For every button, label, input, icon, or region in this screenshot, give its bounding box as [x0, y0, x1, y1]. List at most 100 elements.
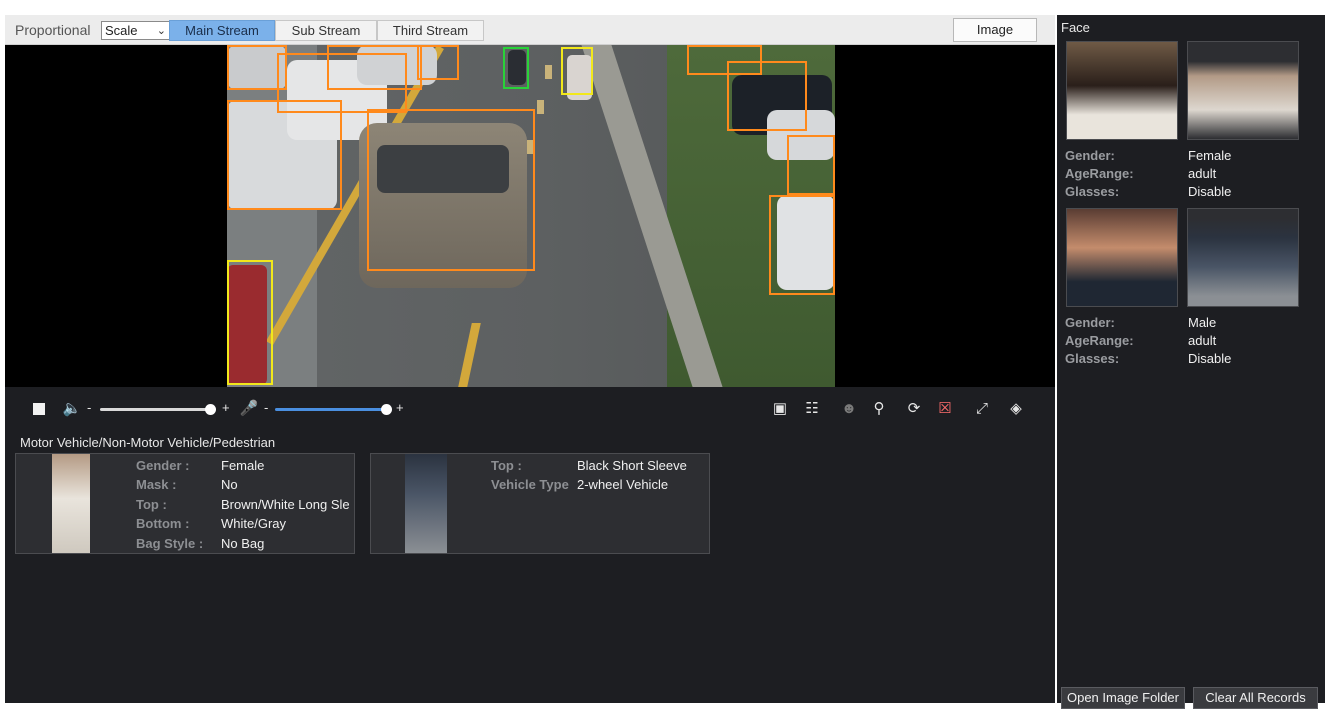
open-image-folder-button[interactable]: Open Image Folder — [1061, 687, 1185, 709]
ptz-control-icon[interactable]: ◈ — [1005, 399, 1027, 419]
pedestrian-thumbnail — [52, 454, 90, 553]
card-row: Mask : — [136, 477, 176, 492]
attr-value: Female — [221, 458, 265, 473]
card-row: Gender : — [136, 458, 189, 473]
detection-box-vehicle — [327, 45, 422, 90]
face-attr-key: Glasses: — [1065, 184, 1119, 199]
face-snapshot[interactable] — [1066, 208, 1178, 307]
face-attr-key: Glasses: — [1065, 351, 1119, 366]
speaker-mute-icon[interactable]: 🔈 — [61, 399, 83, 419]
detection-info-panel: Motor Vehicle/Non-Motor Vehicle/Pedestri… — [5, 429, 1055, 703]
mic-volume-knob[interactable] — [381, 404, 392, 415]
face-attr-key: Gender: — [1065, 148, 1115, 163]
attr-value: Female — [1188, 148, 1232, 163]
face-attr-key: AgeRange: — [1065, 333, 1134, 348]
tab-sub-stream[interactable]: Sub Stream — [275, 20, 377, 41]
attr-value: Black Short Sleeve — [577, 458, 687, 473]
attr-key: Gender: — [1065, 315, 1115, 330]
stream-toolbar: Proportional Scale ⌄ Main Stream Sub Str… — [5, 15, 1055, 45]
mic-volume-minus: - — [264, 400, 269, 415]
face-attr-value: Disable — [1188, 184, 1231, 199]
microphone-icon[interactable]: 🎤 — [238, 399, 260, 419]
attr-value: No — [221, 477, 238, 492]
detection-box-vehicle — [727, 61, 807, 131]
attr-key: AgeRange: — [1065, 333, 1134, 348]
detection-box-vehicle — [367, 109, 535, 271]
detection-card-nonmotor[interactable]: Top : Black Short Sleeve Vehicle Type 2-… — [370, 453, 710, 554]
detection-card-pedestrian[interactable]: Gender : Female Mask : No Top : Brown/Wh… — [15, 453, 355, 554]
speaker-volume-knob[interactable] — [205, 404, 216, 415]
detection-box-vehicle — [227, 100, 342, 210]
card-row-value: Brown/White Long Sle — [221, 497, 356, 512]
attr-key: Gender: — [1065, 148, 1115, 163]
attr-value: White/Gray — [221, 516, 287, 531]
speaker-volume-slider[interactable] — [100, 408, 210, 411]
scale-select[interactable]: Scale ⌄ — [101, 21, 171, 40]
clear-all-records-button[interactable]: Clear All Records — [1193, 687, 1318, 709]
detection-box-pedestrian — [503, 47, 529, 89]
attr-key: AgeRange: — [1065, 166, 1134, 181]
card-row: Bottom : — [136, 516, 189, 531]
mic-volume-slider[interactable] — [275, 408, 387, 411]
detection-box-vehicle — [769, 195, 835, 295]
attr-key: Vehicle Type — [491, 477, 569, 492]
snapshot-icon[interactable]: ▣ — [769, 399, 791, 419]
card-row: Vehicle Type — [491, 477, 569, 492]
attr-key: Gender : — [136, 458, 190, 473]
speaker-volume-plus: + — [222, 400, 230, 415]
nonmotor-thumbnail — [405, 454, 447, 553]
detection-box-nonmotor — [227, 260, 273, 385]
face-snapshot[interactable] — [1066, 41, 1178, 140]
zoom-in-icon[interactable]: ⚲ — [868, 399, 890, 419]
detection-box-vehicle — [787, 135, 835, 195]
fullscreen-icon[interactable]: ⤢ — [971, 399, 993, 419]
attr-value: Male — [1188, 315, 1217, 330]
attr-value: Disable — [1188, 184, 1232, 199]
face-attr-value: adult — [1188, 333, 1216, 348]
stop-icon[interactable] — [33, 403, 45, 415]
face-panel: Face Gender: Female AgeRange: adult Glas… — [1057, 15, 1325, 709]
attr-key: Glasses: — [1065, 184, 1120, 199]
mic-volume-plus: + — [396, 400, 404, 415]
attr-key: Top : — [136, 497, 167, 512]
detection-box-vehicle — [417, 45, 459, 80]
face-attr-value: Female — [1188, 148, 1231, 163]
live-video-view[interactable] — [5, 45, 1055, 387]
body-snapshot[interactable] — [1187, 41, 1299, 140]
body-snapshot[interactable] — [1187, 208, 1299, 307]
chevron-down-icon: ⌄ — [156, 25, 166, 37]
card-row-value: 2-wheel Vehicle — [577, 477, 668, 492]
3d-positioning-icon[interactable]: ⟳ — [903, 399, 925, 419]
attr-key: Top : — [491, 458, 522, 473]
face-attr-value: Disable — [1188, 351, 1231, 366]
card-row: Bag Style : — [136, 536, 203, 551]
attr-value: Brown/White Long Sle — [221, 497, 350, 512]
app-root: Proportional Scale ⌄ Main Stream Sub Str… — [0, 0, 1333, 709]
lane-dash — [545, 65, 552, 79]
attr-value: adult — [1188, 166, 1217, 181]
detection-box-nonmotor — [561, 47, 593, 95]
card-row: Top : — [491, 458, 522, 473]
face-capture-disable-icon[interactable]: ☒ — [934, 399, 956, 419]
card-row-value: No — [221, 477, 238, 492]
card-row: Top : — [136, 497, 167, 512]
attr-value: No Bag — [221, 536, 265, 551]
detection-box-vehicle — [227, 45, 287, 90]
attr-key: Glasses: — [1065, 351, 1120, 366]
attr-value: 2-wheel Vehicle — [577, 477, 669, 492]
playback-control-bar: 🔈 - + 🎤 - + ▣ ☷ ☻ ⚲ ⟳ ☒ ⤢ ◈ — [5, 387, 1055, 429]
talk-icon[interactable]: ☻ — [838, 399, 860, 419]
tab-main-stream[interactable]: Main Stream — [169, 20, 275, 41]
attr-key: Bottom : — [136, 516, 190, 531]
face-attr-value: Male — [1188, 315, 1216, 330]
image-button[interactable]: Image — [953, 18, 1037, 42]
record-clip-icon[interactable]: ☷ — [801, 399, 823, 419]
attr-key: Bag Style : — [136, 536, 204, 551]
speaker-volume-minus: - — [87, 400, 92, 415]
face-attr-key: Gender: — [1065, 315, 1115, 330]
tab-third-stream[interactable]: Third Stream — [377, 20, 484, 41]
card-row-value: No Bag — [221, 536, 264, 551]
attr-value: Disable — [1188, 351, 1232, 366]
card-row-value: Black Short Sleeve — [577, 458, 687, 473]
camera-scene — [227, 45, 835, 387]
